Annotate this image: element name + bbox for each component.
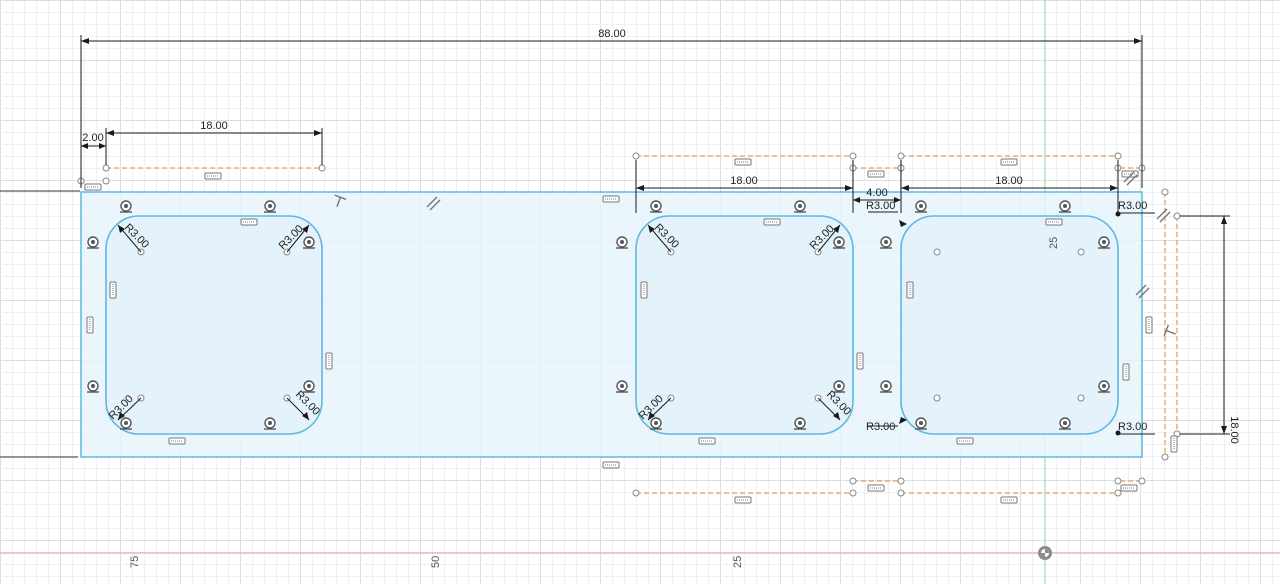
vertical-constraint-icon[interactable] <box>1170 435 1178 453</box>
pocket-right[interactable] <box>900 215 1119 435</box>
vertical-constraint-icon[interactable] <box>109 281 117 299</box>
horizontal-constraint-icon[interactable] <box>1045 218 1063 226</box>
horizontal-constraint-icon[interactable] <box>698 437 716 445</box>
ruler-x-50: 50 <box>430 556 442 568</box>
ruler-y-25: 25 <box>1048 237 1060 249</box>
radius-right-br[interactable]: R3.00 <box>1118 421 1147 433</box>
ruler-x-75: 75 <box>129 556 141 568</box>
horizontal-constraint-icon[interactable] <box>1000 496 1018 504</box>
origin-icon[interactable] <box>1038 546 1052 560</box>
parallel-constraint-icon[interactable] <box>1156 208 1171 223</box>
dim-mid-pocket-width[interactable]: 18.00 <box>730 175 758 187</box>
dim-gap-width[interactable]: 4.00 <box>866 187 887 199</box>
horizontal-constraint-icon[interactable] <box>84 183 102 191</box>
horizontal-constraint-icon[interactable] <box>1120 484 1138 492</box>
horizontal-constraint-icon[interactable] <box>204 172 222 180</box>
horizontal-constraint-icon[interactable] <box>867 170 885 178</box>
vertical-constraint-icon[interactable] <box>856 352 864 370</box>
horizontal-constraint-icon[interactable] <box>734 158 752 166</box>
ruler-x-25: 25 <box>732 556 744 568</box>
horizontal-constraint-icon[interactable] <box>602 461 620 469</box>
horizontal-constraint-icon[interactable] <box>240 218 258 226</box>
radius-right-bl[interactable]: R3.00 <box>866 421 895 433</box>
horizontal-constraint-icon[interactable] <box>602 195 620 203</box>
vertical-constraint-icon[interactable] <box>640 281 648 299</box>
vertical-constraint-icon[interactable] <box>906 281 914 299</box>
dim-overall-width[interactable]: 88.00 <box>598 28 626 40</box>
horizontal-constraint-icon[interactable] <box>956 437 974 445</box>
sketch-canvas[interactable]: 88.00 2.00 18.00 18.00 4.00 18.00 18.00 … <box>0 0 1280 584</box>
horizontal-constraint-icon[interactable] <box>763 218 781 226</box>
horizontal-constraint-icon[interactable] <box>168 437 186 445</box>
vertical-constraint-icon[interactable] <box>1145 316 1153 334</box>
vertical-constraint-icon[interactable] <box>1122 363 1130 381</box>
radius-right-tr[interactable]: R3.00 <box>1118 200 1147 212</box>
dim-right-pocket-width[interactable]: 18.00 <box>995 175 1023 187</box>
horizontal-constraint-icon[interactable] <box>734 496 752 504</box>
horizontal-constraint-icon[interactable] <box>1000 158 1018 166</box>
radius-right-tl[interactable]: R3.00 <box>866 200 895 212</box>
vertical-constraint-icon[interactable] <box>325 352 333 370</box>
dim-offset-left[interactable]: 2.00 <box>82 132 103 144</box>
horizontal-constraint-icon[interactable] <box>867 484 885 492</box>
dim-pocket-height[interactable]: 18.00 <box>1228 416 1240 444</box>
vertical-constraint-icon[interactable] <box>86 316 94 334</box>
dim-left-pocket-width[interactable]: 18.00 <box>200 120 228 132</box>
perpendicular-constraint-icon[interactable] <box>1163 324 1178 340</box>
